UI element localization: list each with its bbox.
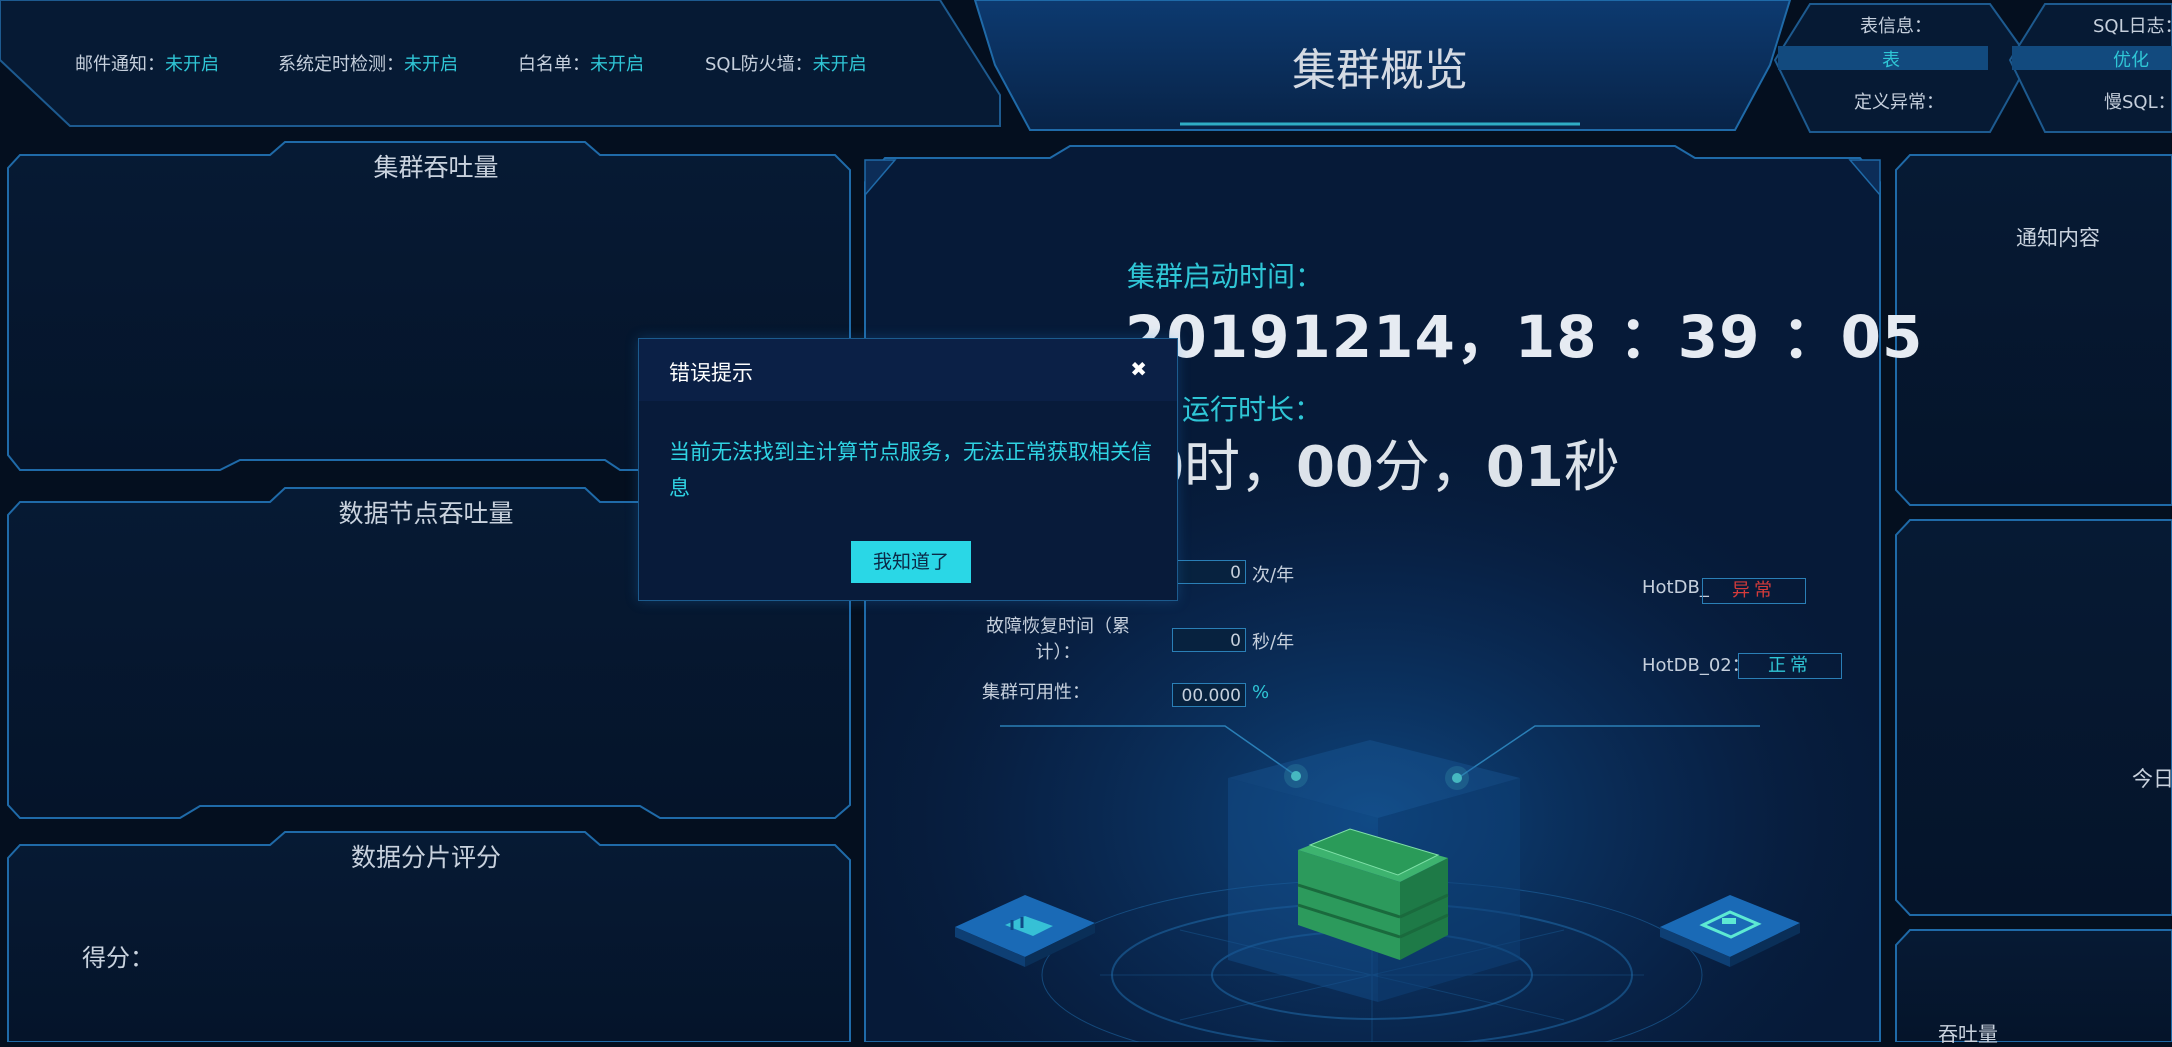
status-whitelist-value: 未开启 xyxy=(590,54,644,75)
node-2-label: HotDB_02： xyxy=(1642,655,1750,676)
confirm-button[interactable]: 我知道了 xyxy=(851,541,971,583)
error-dialog: 错误提示 ✖ 当前无法找到主计算节点服务，无法正常获取相关信息 我知道了 xyxy=(638,338,1178,601)
runtime-seconds-unit: 秒 xyxy=(1563,435,1620,500)
node-1-label: HotDB_ xyxy=(1642,577,1709,598)
start-time-value: 20191214，18 ：39 ：05 xyxy=(1125,303,1924,371)
dialog-header: 错误提示 ✖ xyxy=(639,339,1177,401)
runtime-value: 0时，00分，01秒 xyxy=(1145,422,1620,503)
shard-score-label: 得分： xyxy=(82,944,154,972)
fault-count-unit: 次/年 xyxy=(1252,565,1295,586)
table-info-link[interactable]: 表 xyxy=(1882,46,1900,72)
status-whitelist-label: 白名单： xyxy=(518,54,590,75)
runtime-minutes: 00 xyxy=(1295,435,1374,500)
cluster-throughput-title: 集群吞吐量 xyxy=(373,153,499,182)
status-scheduled-check-value: 未开启 xyxy=(404,54,458,75)
sql-log-optimize-link[interactable]: 优化 xyxy=(2113,46,2149,72)
shard-score-title: 数据分片评分 xyxy=(350,843,501,872)
availability-box: 00.000 xyxy=(1172,683,1246,707)
status-scheduled-check: 系统定时检测：未开启 xyxy=(278,50,458,76)
start-time-label: 集群启动时间： xyxy=(1127,260,1324,293)
table-define-error-label: 定义异常： xyxy=(1854,92,1944,113)
dialog-title: 错误提示 xyxy=(669,361,753,385)
node-2-status[interactable]: 正常 xyxy=(1738,653,1842,679)
status-sql-firewall: SQL防火墙：未开启 xyxy=(705,50,867,76)
recovery-time-box: 0 xyxy=(1172,628,1246,652)
runtime-minutes-unit: 分， xyxy=(1373,435,1486,500)
slow-sql-label: 慢SQL： xyxy=(2104,92,2172,113)
status-sql-firewall-value: 未开启 xyxy=(812,54,867,75)
disk-platform-icon xyxy=(1660,895,1800,967)
close-icon[interactable]: ✖ xyxy=(1130,357,1147,381)
status-email: 邮件通知：未开启 xyxy=(75,50,219,76)
status-sql-firewall-label: SQL防火墙： xyxy=(705,54,813,75)
page-title: 集群概览 xyxy=(1292,45,1468,96)
recovery-time-label: 故障恢复时间（累计）： xyxy=(986,616,1130,663)
recovery-time-unit: 秒/年 xyxy=(1252,632,1295,653)
availability-unit: % xyxy=(1252,682,1270,703)
node-1-status[interactable]: 异常 xyxy=(1702,578,1806,604)
runtime-hours-unit: 时， xyxy=(1183,435,1296,500)
today-label: 今日 xyxy=(2132,767,2172,791)
availability-label: 集群可用性： xyxy=(982,682,1090,703)
notice-title: 通知内容 xyxy=(2016,226,2100,250)
sql-log-label: SQL日志： xyxy=(2093,16,2172,37)
status-whitelist: 白名单：未开启 xyxy=(518,50,644,76)
fault-count-box: 0 xyxy=(1172,560,1246,584)
table-info-label: 表信息： xyxy=(1860,16,1932,37)
datanode-throughput-title: 数据节点吞吐量 xyxy=(338,499,514,528)
dialog-message: 当前无法找到主计算节点服务，无法正常获取相关信息 xyxy=(669,440,1152,500)
runtime-seconds: 01 xyxy=(1485,435,1564,500)
status-email-label: 邮件通知： xyxy=(75,54,165,75)
server-platform-icon xyxy=(955,895,1095,967)
cluster-illustration xyxy=(955,740,1800,1002)
status-email-value: 未开启 xyxy=(165,54,219,75)
right-throughput-label: 吞吐量 xyxy=(1938,1022,1998,1046)
status-scheduled-check-label: 系统定时检测： xyxy=(278,54,404,75)
